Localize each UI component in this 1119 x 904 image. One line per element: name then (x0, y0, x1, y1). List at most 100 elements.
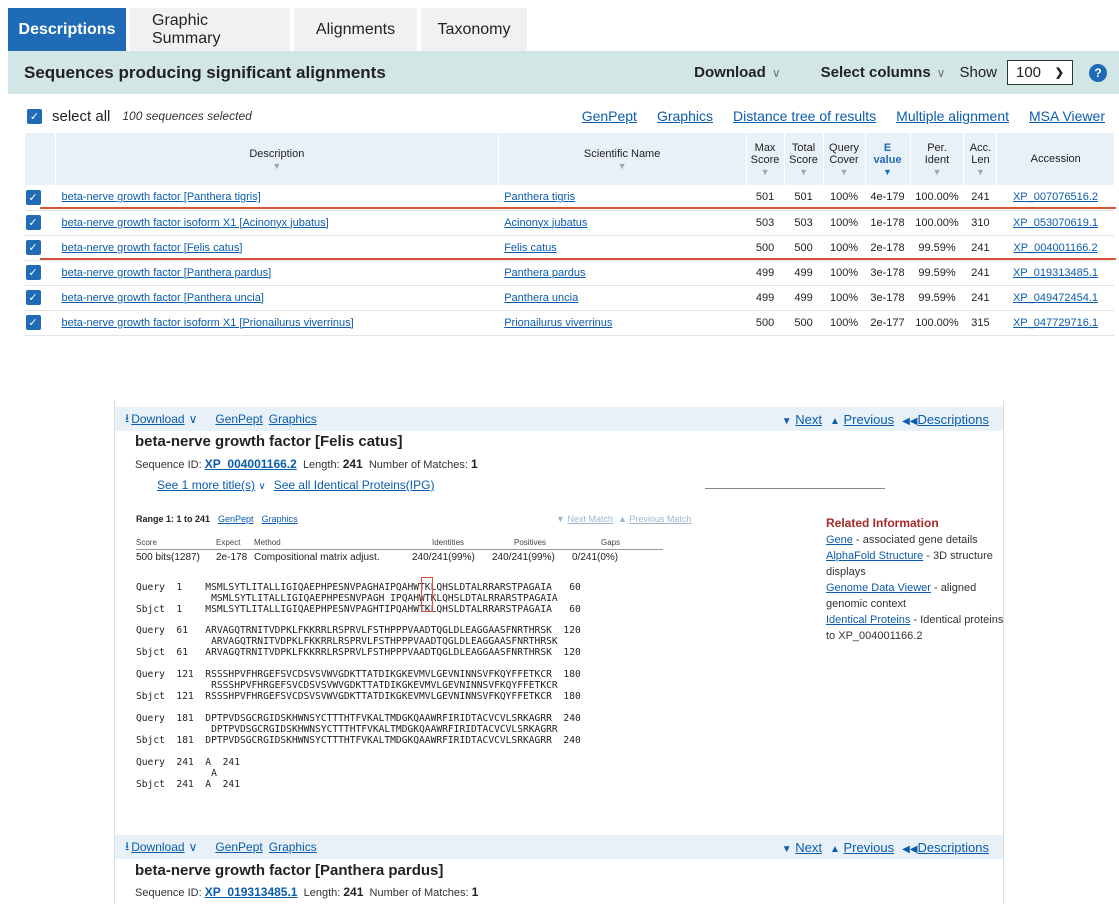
genome-viewer-link[interactable]: Genome Data Viewer (826, 582, 931, 594)
alignment-graphics-link[interactable]: Graphics (269, 412, 317, 426)
row-checkbox[interactable]: ✓ (25, 240, 41, 255)
accession-link[interactable]: XP_049472454.1 (1013, 292, 1098, 304)
identical-proteins-related-link[interactable]: Identical Proteins (826, 614, 910, 626)
range-line: Range 1: 1 to 241 GenPept Graphics (136, 514, 298, 524)
matches-label: Number of Matches: (369, 887, 469, 899)
previous-link[interactable]: Previous (844, 840, 895, 855)
max-score-cell: 500 (746, 310, 785, 336)
per-ident-cell: 100.00% (910, 310, 964, 336)
descriptions-link[interactable]: Descriptions (917, 840, 989, 855)
alignment-graphics-link[interactable]: Graphics (269, 840, 317, 854)
sort-icon: ▼ (760, 166, 770, 177)
distance-tree-link[interactable]: Distance tree of results (733, 108, 876, 124)
tab-alignments[interactable]: Alignments (294, 8, 421, 51)
description-link[interactable]: beta-nerve growth factor isoform X1 [Aci… (61, 217, 328, 229)
accession-link[interactable]: XP_053070619.1 (1013, 217, 1098, 229)
select-columns-menu[interactable]: Select columns ∨ (821, 64, 946, 81)
alignment-nav: ▼ Next ▲ Previous ◀◀Descriptions (782, 412, 989, 427)
tab-graphic-summary[interactable]: Graphic Summary (130, 8, 294, 51)
alignment-genpept-link[interactable]: GenPept (215, 840, 262, 854)
seqid-link[interactable]: XP_004001166.2 (205, 457, 297, 471)
evalue-cell: 2e-178 (865, 235, 910, 261)
description-link[interactable]: beta-nerve growth factor [Panthera uncia… (61, 292, 263, 304)
accession-link[interactable]: XP_007076516.2 (1013, 191, 1098, 203)
accession-column-header[interactable]: Accession (996, 133, 1114, 185)
score-values: 500 bits(1287) 2e-178 Compositional matr… (136, 552, 663, 566)
description-link[interactable]: beta-nerve growth factor [Panthera pardu… (61, 267, 271, 279)
evalue-column-header[interactable]: Evalue ▼ (864, 133, 910, 185)
checkbox-column-header (24, 133, 56, 185)
select-all-label: select all (52, 107, 111, 125)
range-graphics-link[interactable]: Graphics (262, 514, 298, 524)
hit-seq-info: Sequence ID: XP_019313485.1 Length: 241 … (135, 885, 478, 899)
multiple-alignment-link[interactable]: Multiple alignment (896, 108, 1009, 124)
previous-link[interactable]: Previous (844, 412, 895, 427)
row-checkbox[interactable]: ✓ (25, 215, 41, 230)
descriptions-link[interactable]: Descriptions (917, 412, 989, 427)
download-menu[interactable]: Download ∨ (694, 64, 780, 81)
msa-viewer-link[interactable]: MSA Viewer (1029, 108, 1105, 124)
genpept-link[interactable]: GenPept (582, 108, 637, 124)
max-score-column-header[interactable]: Max Score ▼ (745, 133, 785, 185)
alignment-genpept-link[interactable]: GenPept (215, 412, 262, 426)
expect-value: 2e-178 (216, 552, 248, 563)
mismatch-highlight-box (421, 577, 433, 612)
gene-link[interactable]: Gene (826, 534, 853, 546)
scientific-name-link[interactable]: Acinonyx jubatus (504, 217, 587, 229)
help-icon[interactable]: ? (1089, 63, 1107, 82)
scientific-name-column-header[interactable]: Scientific Name ▼ (497, 133, 747, 185)
next-nav[interactable]: ▼ Next (782, 840, 822, 855)
see-more-titles[interactable]: See 1 more title(s) ∨ (157, 478, 266, 492)
alignment-download-link[interactable]: Download (131, 412, 184, 426)
description-link[interactable]: beta-nerve growth factor [Panthera tigri… (61, 191, 260, 203)
previous-match-link[interactable]: Previous Match (629, 514, 691, 524)
triangle-up-icon: ▲ (617, 514, 627, 524)
scientific-name-link[interactable]: Panthera pardus (504, 267, 585, 279)
description-link[interactable]: beta-nerve growth factor [Felis catus] (61, 242, 242, 254)
scientific-name-link[interactable]: Felis catus (504, 242, 557, 254)
row-checkbox[interactable]: ✓ (25, 189, 41, 205)
accession-link[interactable]: XP_004001166.2 (1013, 242, 1097, 254)
triangle-up-icon: ▲ (829, 415, 840, 427)
accession-link[interactable]: XP_047729716.1 (1013, 317, 1098, 329)
graphics-link[interactable]: Graphics (657, 108, 713, 124)
seqid-link[interactable]: XP_019313485.1 (205, 885, 298, 899)
next-nav[interactable]: ▼ Next (782, 412, 822, 427)
next-match-link[interactable]: Next Match (567, 514, 613, 524)
acc-len-column-header[interactable]: Acc. Len ▼ (963, 133, 997, 185)
show-count-select[interactable]: 100 ❯ (1007, 60, 1073, 85)
alignment-block: Query 121 RSSSHPVFHRGEFSVCDSVSVWVGDKTTAT… (136, 669, 581, 702)
alignment-toolbar: ⭳ Download ∨ GenPept Graphics ▼ Next ▲ P… (115, 835, 1003, 859)
scientific-name-link[interactable]: Panthera tigris (504, 191, 575, 203)
table-row: ✓ beta-nerve growth factor isoform X1 [P… (24, 310, 1114, 336)
identical-proteins-link[interactable]: See all Identical Proteins(IPG) (274, 478, 435, 492)
tab-taxonomy[interactable]: Taxonomy (421, 8, 531, 51)
alignment-download-link[interactable]: Download (131, 840, 184, 854)
description-column-header[interactable]: Description ▼ (54, 133, 499, 185)
scientific-name-link[interactable]: Panthera uncia (504, 292, 578, 304)
row-checkbox[interactable]: ✓ (25, 290, 41, 305)
scientific-name-link[interactable]: Prionailurus viverrinus (504, 317, 612, 329)
next-link[interactable]: Next (795, 412, 822, 427)
descriptions-nav[interactable]: ◀◀Descriptions (902, 412, 989, 427)
query-cover-column-header[interactable]: Query Cover ▼ (822, 133, 866, 185)
total-score-column-header[interactable]: Total Score ▼ (783, 133, 824, 185)
tab-descriptions[interactable]: Descriptions (8, 8, 130, 51)
row-checkbox[interactable]: ✓ (25, 265, 41, 280)
description-link[interactable]: beta-nerve growth factor isoform X1 [Pri… (61, 317, 353, 329)
alphafold-link[interactable]: AlphaFold Structure (826, 550, 923, 562)
show-count-value: 100 (1016, 64, 1042, 81)
range-genpept-link[interactable]: GenPept (218, 514, 254, 524)
score-header-score: Score (136, 538, 157, 547)
previous-nav[interactable]: ▲ Previous (830, 840, 894, 855)
see-more-link[interactable]: See 1 more title(s) (157, 478, 255, 492)
descriptions-nav[interactable]: ◀◀Descriptions (902, 840, 989, 855)
previous-nav[interactable]: ▲ Previous (830, 412, 894, 427)
row-checkbox[interactable]: ✓ (25, 315, 41, 330)
select-all-checkbox[interactable]: ✓ (27, 108, 42, 124)
per-ident-column-header[interactable]: Per. Ident ▼ (909, 133, 964, 185)
accession-link[interactable]: XP_019313485.1 (1013, 267, 1098, 279)
acc-len-cell: 310 (963, 210, 997, 236)
related-information: Related Information Gene - associated ge… (826, 515, 1006, 644)
next-link[interactable]: Next (795, 840, 822, 855)
